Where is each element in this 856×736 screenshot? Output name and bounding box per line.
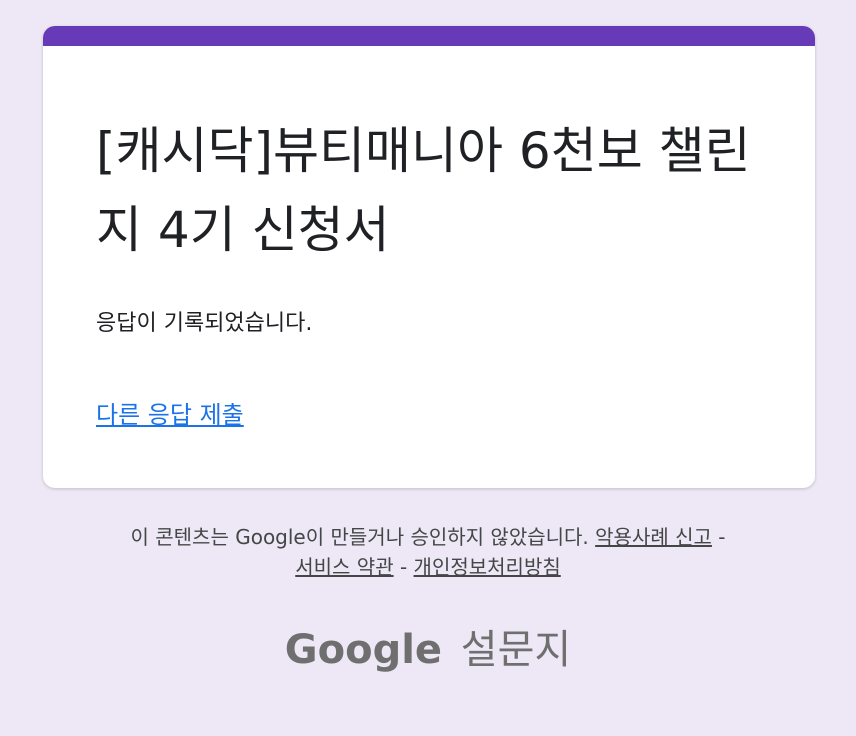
terms-of-service-link[interactable]: 서비스 약관 [295, 555, 393, 579]
response-recorded-message: 응답이 기록되었습니다. [96, 311, 313, 336]
privacy-policy-link[interactable]: 개인정보처리방침 [414, 555, 561, 579]
disclaimer-text: 이 콘텐츠는 Google이 만들거나 승인하지 않았습니다. [130, 525, 589, 549]
form-title: [캐시닥]뷰티매니아 6천보 챌린지 4기 신청서 [96, 122, 751, 259]
forms-product-name: 설문지 [460, 627, 572, 673]
footer-separator: - [718, 525, 726, 549]
google-forms-logo[interactable]: Google 설문지 [0, 620, 856, 680]
footer-separator: - [399, 555, 408, 579]
footer-disclaimer: 이 콘텐츠는 Google이 만들거나 승인하지 않았습니다. 악용사례 신고 … [40, 522, 816, 582]
confirmation-card: [캐시닥]뷰티매니아 6천보 챌린지 4기 신청서 응답이 기록되었습니다. 다… [43, 26, 815, 488]
card-accent-bar [43, 26, 815, 46]
submit-another-response-link[interactable]: 다른 응답 제출 [96, 398, 244, 432]
google-wordmark: Google [284, 627, 443, 673]
report-abuse-link[interactable]: 악용사례 신고 [595, 525, 712, 549]
